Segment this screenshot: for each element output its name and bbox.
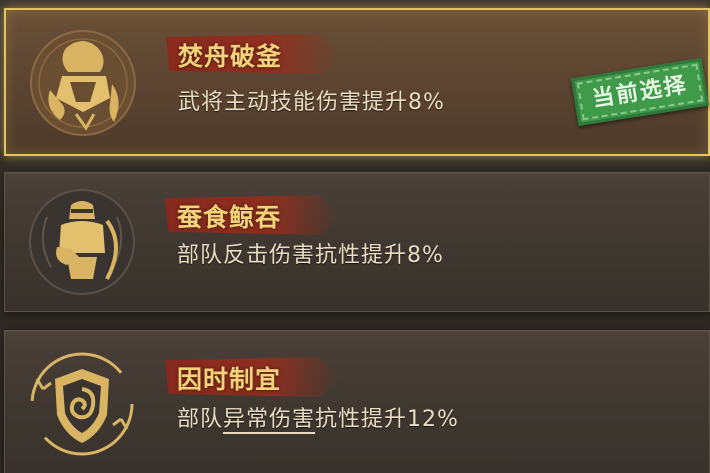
- option-card-3[interactable]: 因时制宜 部队异常伤害抗性提升12%: [4, 330, 710, 473]
- option-description: 武将主动技能伤害提升8%: [178, 90, 445, 115]
- soldier-counterattack-icon: [29, 189, 135, 295]
- option-title: 焚舟破釜: [178, 42, 283, 71]
- description-suffix: 抗性提升12%: [315, 407, 459, 432]
- option-card-2[interactable]: 蚕食鲸吞 部队反击伤害抗性提升8%: [4, 172, 710, 312]
- spiral-shield-icon: [30, 352, 134, 456]
- armored-general-icon: [30, 30, 136, 136]
- option-title: 因时制宜: [177, 365, 282, 394]
- bonus-selection-screen: 焚舟破釜 武将主动技能伤害提升8% 当前选择 蚕食鲸吞 部队反击伤害抗性提升8%: [0, 0, 710, 473]
- option-description: 部队异常伤害抗性提升12%: [177, 401, 459, 434]
- current-selection-stamp: 当前选择: [571, 57, 709, 127]
- option-title: 蚕食鲸吞: [177, 203, 282, 232]
- description-prefix: 部队: [177, 407, 224, 432]
- option-card-1[interactable]: 焚舟破釜 武将主动技能伤害提升8% 当前选择: [4, 8, 710, 156]
- option-description: 部队反击伤害抗性提升8%: [177, 243, 444, 268]
- abnormal-damage-keyword[interactable]: 异常伤害: [223, 407, 316, 434]
